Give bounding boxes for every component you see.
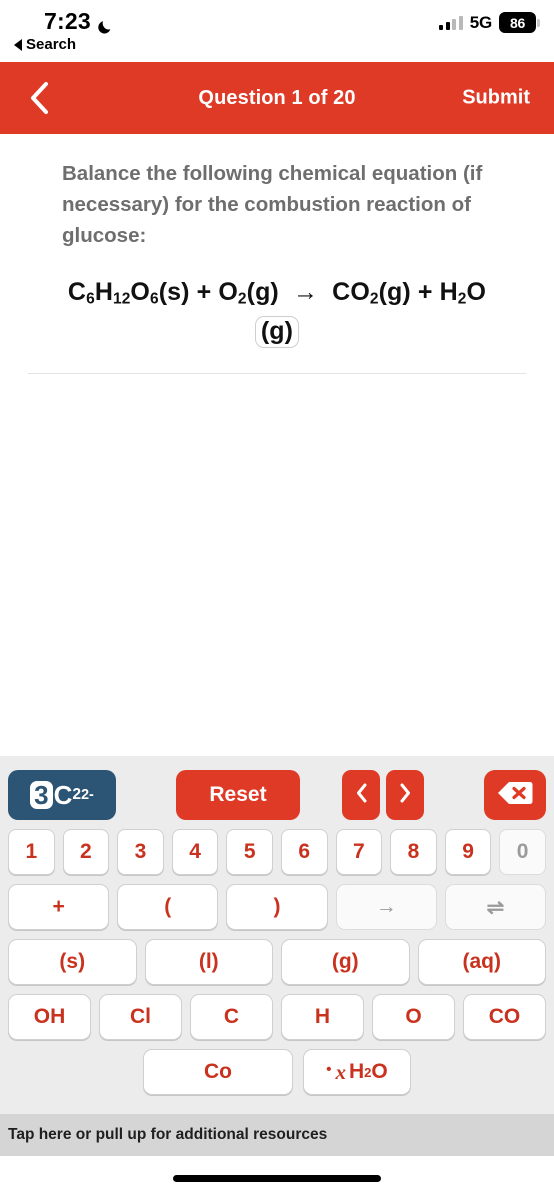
key-element-co[interactable]: CO	[463, 994, 546, 1040]
key-reaction-arrow: →	[335, 884, 437, 930]
back-button[interactable]	[22, 81, 56, 115]
hydrate-dot: •	[326, 1062, 332, 1078]
delete-button[interactable]	[484, 770, 546, 820]
key-7[interactable]: 7	[335, 829, 383, 875]
clock-label: 7:23	[44, 8, 91, 34]
chevron-right-icon	[399, 783, 412, 808]
equation-products: CO2(g) + H2O	[332, 278, 487, 308]
key-3[interactable]: 3	[117, 829, 164, 875]
crescent-moon-icon	[97, 14, 114, 34]
chemical-equation[interactable]: C6H12O6(s) + O2(g) → CO2(g) + H2O (g)	[0, 251, 554, 351]
element-row: OH Cl C H O CO	[8, 994, 546, 1040]
key-element-h[interactable]: H	[281, 994, 364, 1040]
network-type-label: 5G	[469, 12, 492, 32]
key-2[interactable]: 2	[62, 829, 110, 875]
question-prompt: Balance the following chemical equation …	[62, 162, 483, 248]
badge-subscript: 2	[72, 786, 82, 803]
question-content: Balance the following chemical equation …	[0, 134, 554, 756]
hydrate-formula-main: H	[348, 1060, 365, 1083]
cursor-nav-group	[342, 770, 424, 820]
key-equilibrium-arrow: ⇌	[444, 884, 547, 930]
number-row: 1 2 3 4 5 6 7 8 9 0	[8, 829, 546, 875]
key-state-gas[interactable]: (g)	[281, 939, 410, 985]
key-4[interactable]: 4	[171, 829, 219, 875]
key-element-oh[interactable]: OH	[8, 994, 91, 1040]
chemistry-keyboard: 3 C 2 2- Reset 1 2 3 4 5 6 7 8 9 0 + ()…	[0, 756, 554, 1114]
key-element-o[interactable]: O	[372, 994, 455, 1040]
key-1[interactable]: 1	[8, 829, 55, 875]
home-indicator[interactable]	[173, 1174, 381, 1182]
key-hydrate[interactable]: • x H 2 O	[303, 1049, 411, 1095]
key-9[interactable]: 9	[444, 829, 492, 875]
hydrate-formula-sub: 2	[364, 1064, 372, 1080]
badge-coefficient: 3	[30, 781, 53, 809]
status-bar-time-group: 7:23	[44, 8, 114, 35]
additional-resources-bar[interactable]: Tap here or pull up for additional resou…	[0, 1114, 554, 1156]
key-open-paren[interactable]: (	[117, 884, 219, 930]
key-element-cl[interactable]: Cl	[99, 994, 182, 1040]
hydrate-formula-tail: O	[371, 1060, 388, 1083]
battery-icon: 86	[499, 12, 540, 33]
symbol-row: + ( ) → ⇌	[8, 884, 547, 930]
key-element-cobalt[interactable]: Co	[143, 1049, 293, 1095]
chevron-left-icon	[28, 81, 50, 115]
equation-arrow-icon: →	[285, 278, 326, 307]
equation-reactants: C6H12O6(s) + O2(g)	[67, 278, 279, 308]
badge-element: C	[53, 779, 73, 810]
reset-button[interactable]: Reset	[176, 770, 300, 820]
status-bar-indicators: 5G 86	[439, 12, 540, 33]
extra-row: Co • x H 2 O	[8, 1049, 546, 1095]
chevron-left-icon	[355, 783, 368, 808]
app-screen: 7:23 Search 5G 86 Question 1 of 20 Submi…	[0, 0, 554, 1200]
key-state-liquid[interactable]: (l)	[144, 939, 273, 985]
battery-cap	[537, 18, 540, 27]
cursor-prev-button[interactable]	[342, 770, 380, 820]
key-plus[interactable]: +	[8, 884, 110, 930]
content-divider	[28, 372, 526, 374]
battery-percent-label: 86	[499, 12, 536, 33]
badge-charge: 2-	[81, 787, 94, 803]
key-close-paren[interactable]: )	[226, 884, 328, 930]
key-state-aqueous[interactable]: (aq)	[417, 939, 546, 985]
nav-bar: Question 1 of 20 Submit	[0, 62, 554, 134]
back-to-search-link[interactable]: Search	[14, 36, 76, 53]
triangle-left-icon	[14, 38, 22, 51]
key-8[interactable]: 8	[390, 829, 437, 875]
selected-equation-token[interactable]: (g)	[254, 316, 300, 348]
key-0: 0	[499, 829, 546, 875]
coefficient-mode-badge[interactable]: 3 C 2 2-	[8, 770, 116, 820]
keyboard-toolbar-row: 3 C 2 2- Reset	[8, 770, 546, 820]
state-row: (s) (l) (g) (aq)	[8, 939, 546, 985]
search-app-label: Search	[26, 36, 77, 53]
status-bar: 7:23 Search 5G 86	[0, 0, 554, 62]
cellular-bars-icon	[439, 15, 463, 30]
key-6[interactable]: 6	[280, 829, 328, 875]
key-state-solid[interactable]: (s)	[8, 939, 137, 985]
submit-button[interactable]: Submit	[462, 87, 530, 110]
key-element-c[interactable]: C	[190, 994, 273, 1040]
cursor-next-button[interactable]	[386, 770, 424, 820]
hydrate-variable: x	[335, 1059, 346, 1084]
key-5[interactable]: 5	[226, 829, 273, 875]
additional-resources-label: Tap here or pull up for additional resou…	[8, 1126, 328, 1143]
home-indicator-area	[0, 1156, 554, 1200]
backspace-delete-icon	[497, 780, 533, 811]
